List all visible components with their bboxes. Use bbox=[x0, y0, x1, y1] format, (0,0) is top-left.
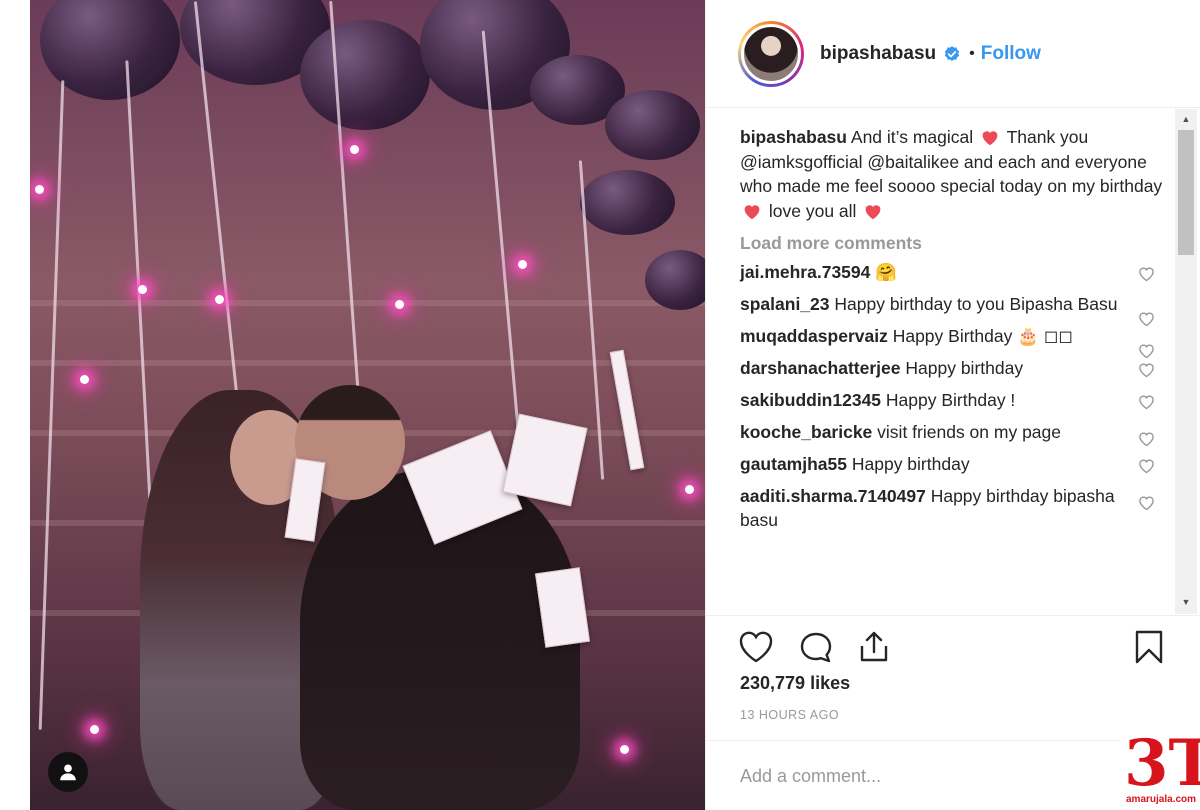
fairy-light bbox=[395, 300, 404, 309]
user-icon bbox=[60, 764, 76, 781]
post-details-panel: bipashabasu • Follow bipashabasu And it’… bbox=[705, 0, 1200, 810]
caption-username[interactable]: bipashabasu bbox=[740, 127, 847, 147]
heart-icon[interactable] bbox=[1137, 393, 1156, 410]
comment-username[interactable]: sakibuddin12345 bbox=[740, 390, 881, 410]
hanging-note bbox=[535, 567, 590, 648]
action-bar bbox=[706, 615, 1200, 675]
caption-text-3: love you all bbox=[768, 200, 857, 221]
red-heart-icon bbox=[982, 131, 998, 146]
scroll-down-arrow-icon[interactable]: ▼ bbox=[1175, 593, 1197, 611]
comment-text: Happy birthday bbox=[905, 358, 1024, 378]
comment-username[interactable]: gautamjha55 bbox=[740, 454, 847, 474]
comment-text: Happy Birthday 🎂 ◻◻ bbox=[892, 326, 1073, 346]
heart-icon[interactable] bbox=[738, 630, 774, 664]
scroll-up-arrow-icon[interactable]: ▲ bbox=[1175, 110, 1197, 128]
wall-stripe bbox=[30, 360, 705, 366]
red-heart-icon bbox=[865, 204, 881, 219]
caption-text-1: And it’s magical bbox=[850, 127, 974, 147]
comment-text: Happy birthday bbox=[851, 454, 970, 474]
fairy-light bbox=[685, 485, 694, 494]
post-header: bipashabasu • Follow bbox=[706, 0, 1200, 108]
hanging-note bbox=[502, 413, 588, 507]
comment-item: spalani_23 Happy birthday to you Bipasha… bbox=[740, 292, 1178, 327]
fairy-light bbox=[35, 185, 44, 194]
fairy-light bbox=[80, 375, 89, 384]
post-timestamp: 13 HOURS AGO bbox=[740, 708, 840, 722]
comment-text: Happy Birthday ! bbox=[885, 390, 1016, 410]
comment-username[interactable]: jai.mehra.73594 bbox=[740, 262, 870, 282]
comment-username[interactable]: kooche_baricke bbox=[740, 422, 872, 442]
comment-text: 🤗 bbox=[875, 262, 898, 282]
comment-item: gautamjha55 Happy birthday bbox=[740, 452, 1178, 476]
fairy-light bbox=[350, 145, 359, 154]
profile-avatar[interactable] bbox=[738, 20, 804, 87]
comment-item: sakibuddin12345 Happy Birthday ! bbox=[740, 388, 1178, 412]
fairy-light bbox=[215, 295, 224, 304]
balloon bbox=[580, 170, 675, 235]
watermark-glyph: 3T bbox=[1124, 726, 1200, 801]
load-more-comments-button[interactable]: Load more comments bbox=[740, 233, 1178, 254]
comment-item: jai.mehra.73594 🤗 bbox=[740, 260, 1178, 284]
fairy-light bbox=[90, 725, 99, 734]
comment-username[interactable]: muqaddaspervaiz bbox=[740, 326, 888, 346]
post-photo[interactable] bbox=[30, 0, 705, 810]
comment-username[interactable]: darshanachatterjee bbox=[740, 358, 901, 378]
scrollbar-thumb[interactable] bbox=[1178, 130, 1194, 255]
likes-count[interactable]: 230,779 likes bbox=[740, 673, 850, 694]
add-comment-input[interactable] bbox=[740, 761, 1100, 791]
follow-button[interactable]: Follow bbox=[981, 43, 1041, 65]
wall-stripe bbox=[30, 300, 705, 306]
red-heart-icon bbox=[744, 204, 760, 219]
balloon bbox=[605, 90, 700, 160]
comment-item: darshanachatterjee Happy birthday bbox=[740, 356, 1178, 380]
watermark-site: amarujala.com bbox=[1126, 794, 1197, 805]
bookmark-icon[interactable] bbox=[1131, 630, 1167, 664]
fairy-light bbox=[518, 260, 527, 269]
hanging-note bbox=[609, 349, 645, 471]
heart-icon[interactable] bbox=[1137, 457, 1156, 474]
fairy-light bbox=[138, 285, 147, 294]
post-caption: bipashabasu And it’s magical Thank you @… bbox=[740, 125, 1178, 223]
comment-username[interactable]: spalani_23 bbox=[740, 294, 830, 314]
ribbon-string bbox=[38, 80, 65, 730]
comment-text: Happy birthday to you Bipasha Basu bbox=[834, 294, 1118, 314]
share-icon[interactable] bbox=[856, 630, 892, 664]
verified-icon bbox=[945, 45, 960, 61]
comment-icon[interactable] bbox=[798, 630, 834, 664]
tagged-users-button[interactable] bbox=[48, 752, 88, 792]
separator-dot: • bbox=[969, 44, 975, 62]
comment-item: aaditi.sharma.7140497 Happy birthday bip… bbox=[740, 484, 1178, 532]
heart-icon[interactable] bbox=[1137, 265, 1156, 282]
comment-item: muqaddaspervaiz Happy Birthday 🎂 ◻◻ bbox=[740, 324, 1178, 359]
comment-text: visit friends on my page bbox=[877, 422, 1062, 442]
comment-username[interactable]: aaditi.sharma.7140497 bbox=[740, 486, 926, 506]
comments-list[interactable]: bipashabasu And it’s magical Thank you @… bbox=[706, 109, 1178, 614]
heart-icon[interactable] bbox=[1137, 361, 1156, 378]
comment-item: kooche_baricke visit friends on my page bbox=[740, 420, 1178, 447]
fairy-light bbox=[620, 745, 629, 754]
header-username[interactable]: bipashabasu bbox=[820, 43, 936, 65]
heart-icon[interactable] bbox=[1137, 494, 1156, 511]
balloon bbox=[300, 20, 430, 130]
heart-icon[interactable] bbox=[1137, 430, 1156, 447]
amarujala-watermark-logo: 3T amarujala.com bbox=[1120, 729, 1200, 810]
